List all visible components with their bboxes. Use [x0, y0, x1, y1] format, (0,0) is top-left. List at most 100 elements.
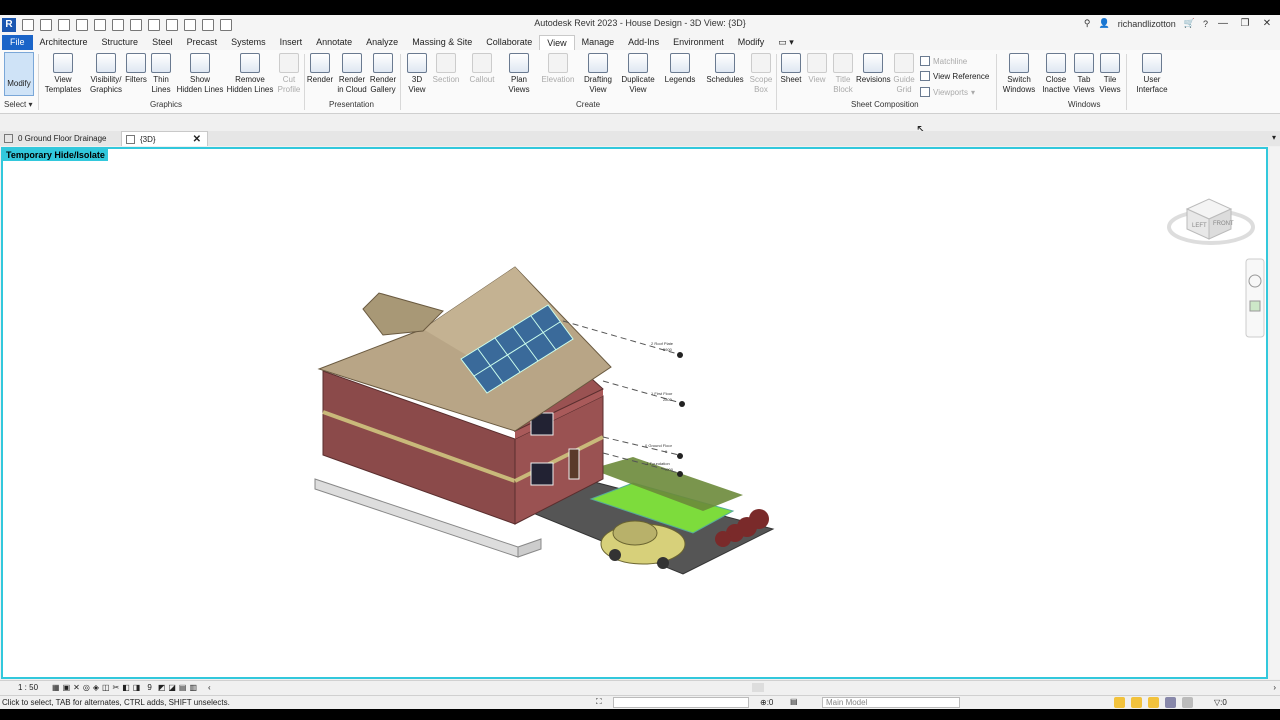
visibility-graphics-button[interactable]: Visibility/Graphics [88, 53, 124, 95]
close-window-button[interactable]: ✕ [1260, 18, 1274, 29]
save-icon[interactable] [40, 19, 52, 31]
view-reference-button[interactable]: View Reference [920, 71, 989, 81]
default-3d-view-icon[interactable] [184, 19, 196, 31]
tabs-overflow-icon[interactable]: ▾ [1272, 133, 1276, 142]
modify-button[interactable]: Modify [4, 52, 34, 96]
design-option-selector[interactable]: Main Model [822, 697, 960, 708]
workset-selector[interactable] [613, 697, 749, 708]
elevation-button[interactable]: Elevation [540, 53, 576, 85]
undo-icon[interactable] [76, 19, 88, 31]
scroll-left-icon[interactable]: ‹ [208, 683, 211, 692]
drag-elements-icon[interactable] [1182, 697, 1193, 708]
level-head-icon[interactable] [677, 471, 683, 477]
tab-file[interactable]: File [2, 35, 33, 50]
ribbon-toggle-icon[interactable]: ▭ ▾ [771, 35, 801, 50]
detail-level-icon[interactable]: ▦▣✕◎◈◫✂◧◨ [52, 683, 143, 692]
scroll-right-icon[interactable]: › [1273, 683, 1276, 692]
user-name[interactable]: richandlizotton [1118, 19, 1176, 29]
horizontal-scroll-thumb[interactable] [752, 683, 764, 692]
view-scale[interactable]: 1 : 50 [18, 683, 38, 692]
cut-profile-button[interactable]: Cut Profile [276, 53, 302, 95]
schedules-button[interactable]: Schedules [704, 53, 746, 85]
tile-views-button[interactable]: Tile Views [1098, 53, 1122, 95]
tab-view[interactable]: View [539, 35, 575, 50]
switch-windows-icon[interactable] [220, 19, 232, 31]
viewcube-icon[interactable]: LEFT FRONT [1167, 198, 1255, 245]
matchline-button[interactable]: Matchline [920, 56, 967, 66]
design-options-icon[interactable]: ▤ [790, 697, 798, 706]
remove-hidden-lines-button[interactable]: Remove Hidden Lines [226, 53, 274, 95]
open-icon[interactable] [22, 19, 34, 31]
select-dropdown[interactable]: Select ▾ [4, 100, 32, 109]
reveal-hidden-icon[interactable]: ◩◪▤▥ [158, 683, 200, 692]
zoom-icon[interactable] [1249, 300, 1261, 312]
view-tab-3d[interactable]: {3D} ✕ [121, 131, 208, 146]
print-icon[interactable] [112, 19, 124, 31]
close-inactive-button[interactable]: Close Inactive [1040, 53, 1072, 95]
user-icon[interactable]: 👤 [1099, 18, 1110, 29]
select-pinned-icon[interactable] [1148, 697, 1159, 708]
legends-button[interactable]: Legends [663, 53, 697, 85]
filters-button[interactable]: Filters [124, 53, 148, 85]
tab-massing-site[interactable]: Massing & Site [405, 35, 479, 50]
view-tab-ground-floor-drainage[interactable]: 0 Ground Floor Drainage [0, 131, 120, 146]
tab-add-ins[interactable]: Add-Ins [621, 35, 666, 50]
callout-button[interactable]: Callout [466, 53, 498, 85]
guide-grid-button[interactable]: Guide Grid [892, 53, 916, 95]
revisions-button[interactable]: Revisions [856, 53, 891, 85]
tab-analyze[interactable]: Analyze [359, 35, 405, 50]
text-icon[interactable] [166, 19, 178, 31]
tab-structure[interactable]: Structure [95, 35, 146, 50]
minimize-button[interactable]: — [1216, 18, 1230, 29]
tab-annotate[interactable]: Annotate [309, 35, 359, 50]
render-button[interactable]: Render [306, 53, 334, 85]
cart-icon[interactable]: 🛒 [1184, 18, 1195, 29]
level-head-icon[interactable] [679, 401, 685, 407]
3d-view-button[interactable]: 3D View [404, 53, 430, 95]
plan-views-button[interactable]: Plan Views [505, 53, 533, 95]
level-head-icon[interactable] [677, 453, 683, 459]
tab-manage[interactable]: Manage [575, 35, 622, 50]
restore-button[interactable]: ❐ [1238, 18, 1252, 29]
tab-steel[interactable]: Steel [145, 35, 180, 50]
binoculars-icon[interactable]: ⚲ [1084, 18, 1091, 29]
tab-systems[interactable]: Systems [224, 35, 273, 50]
select-by-face-icon[interactable] [1165, 697, 1176, 708]
tab-collaborate[interactable]: Collaborate [479, 35, 539, 50]
level-head-icon[interactable] [677, 352, 683, 358]
section-icon[interactable] [202, 19, 214, 31]
tab-precast[interactable]: Precast [180, 35, 225, 50]
revit-logo-icon[interactable]: R [2, 18, 16, 32]
close-tab-icon[interactable]: ✕ [193, 132, 201, 147]
section-button[interactable]: Section [432, 53, 460, 85]
thin-lines-button[interactable]: Thin Lines [149, 53, 173, 95]
vertical-scrollbar[interactable] [1270, 147, 1280, 679]
worksets-icon[interactable]: ⛶ [596, 697, 602, 707]
user-interface-button[interactable]: User Interface [1132, 53, 1172, 95]
place-view-button[interactable]: View [805, 53, 829, 85]
tab-views-button[interactable]: Tab Views [1072, 53, 1096, 95]
drafting-view-button[interactable]: Drafting View [581, 53, 615, 95]
show-hidden-lines-button[interactable]: Show Hidden Lines [176, 53, 224, 95]
tab-modify[interactable]: Modify [731, 35, 772, 50]
tab-insert[interactable]: Insert [273, 35, 310, 50]
duplicate-view-button[interactable]: Duplicate View [619, 53, 657, 95]
tab-architecture[interactable]: Architecture [33, 35, 95, 50]
sheet-button[interactable]: Sheet [779, 53, 803, 85]
help-icon[interactable]: ? [1203, 19, 1208, 29]
select-links-icon[interactable] [1114, 697, 1125, 708]
measure-icon[interactable] [130, 19, 142, 31]
drawing-canvas[interactable]: Temporary Hide/Isolate LEFT FRONT 2 Roof… [1, 147, 1268, 679]
filter-icon[interactable]: ▽:0 [1214, 698, 1227, 707]
sync-icon[interactable] [58, 19, 70, 31]
render-in-cloud-button[interactable]: Render in Cloud [336, 53, 368, 95]
redo-icon[interactable] [94, 19, 106, 31]
render-gallery-button[interactable]: Render Gallery [368, 53, 398, 95]
select-underlay-icon[interactable] [1131, 697, 1142, 708]
viewports-dropdown[interactable]: Viewports ▾ [920, 87, 975, 97]
scope-box-button[interactable]: Scope Box [748, 53, 774, 95]
title-block-button[interactable]: Title Block [831, 53, 855, 95]
view-templates-button[interactable]: View Templates [44, 53, 82, 95]
aligned-dimension-icon[interactable] [148, 19, 160, 31]
tab-environment[interactable]: Environment [666, 35, 731, 50]
